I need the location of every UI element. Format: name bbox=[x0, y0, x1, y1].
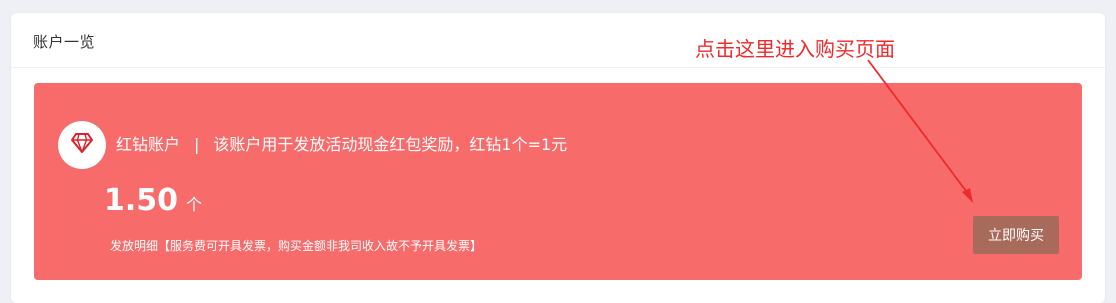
annotation-arrow-icon bbox=[867, 59, 973, 203]
